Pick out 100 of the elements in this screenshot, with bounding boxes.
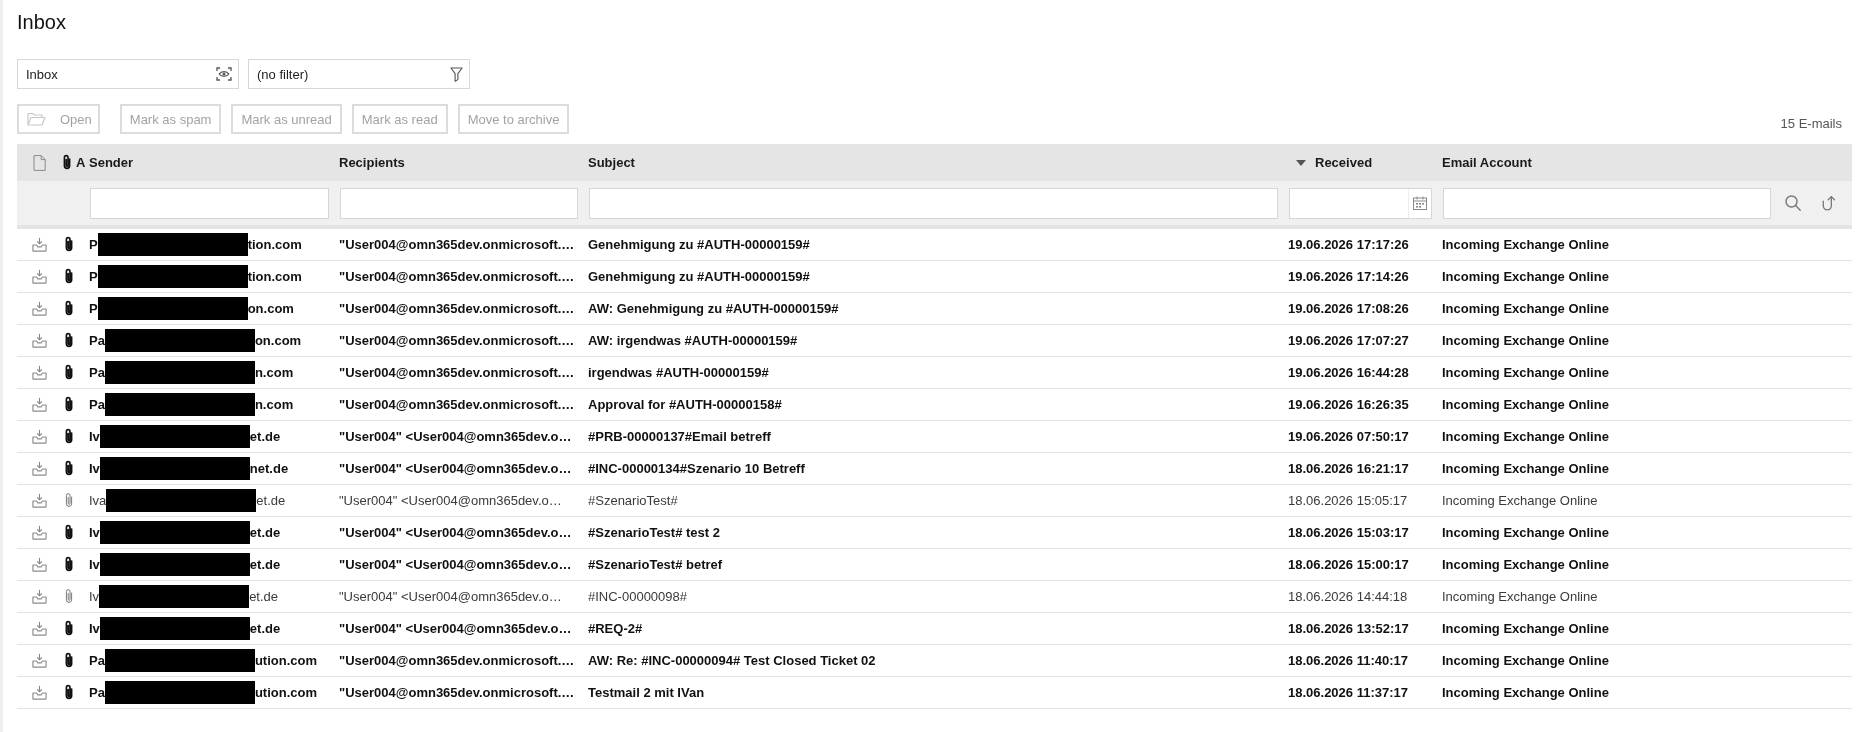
- filter-field[interactable]: [340, 187, 578, 219]
- sender-text: et.de: [249, 525, 281, 540]
- received-date: 18.06.2026 15:05:17: [1288, 493, 1408, 508]
- sender-text: Pa: [89, 653, 105, 668]
- recipients-text: "User004" <User004@omn365dev.o…: [339, 461, 572, 476]
- sender-text: Iv: [89, 429, 100, 444]
- sender-text: et.de: [249, 621, 281, 636]
- sender-text: P: [89, 269, 98, 284]
- received-date: 18.06.2026 15:00:17: [1288, 557, 1409, 572]
- search-icon[interactable]: [1785, 195, 1801, 211]
- subject-text: Approval for #AUTH-00000158#: [588, 397, 782, 412]
- sender-text: tion.com: [247, 237, 302, 252]
- recipients-text: "User004@omn365dev.onmicrosoft.…: [339, 365, 575, 380]
- received-date: 18.06.2026 15:03:17: [1288, 525, 1409, 540]
- filter-field[interactable]: [1443, 187, 1771, 219]
- received-date: 18.06.2026 11:40:17: [1288, 653, 1408, 668]
- inbox-tray-icon: [31, 653, 47, 668]
- sender-text: Iv: [89, 461, 100, 476]
- paperclip-icon: [62, 154, 72, 171]
- received-date: 19.06.2026 17:07:27: [1288, 333, 1409, 348]
- page-title: Inbox: [17, 10, 66, 34]
- received-date: 19.06.2026 16:44:28: [1288, 365, 1409, 380]
- filter-field[interactable]: [589, 187, 1278, 219]
- sender-text: net.de: [249, 461, 289, 476]
- sender-text: on.com: [254, 333, 302, 348]
- subject-text: #PRB-00000137#Email betreff: [588, 429, 771, 444]
- inbox-tray-icon: [31, 333, 47, 348]
- inbox-tray-icon: [31, 525, 47, 540]
- column-header[interactable]: Recipients: [339, 155, 405, 170]
- received-date: 18.06.2026 14:44:18: [1288, 589, 1408, 604]
- recipients-text: "User004" <User004@omn365dev.o…: [339, 493, 562, 508]
- inbox-tray-icon: [31, 557, 47, 572]
- recipients-text: "User004" <User004@omn365dev.o…: [339, 589, 562, 604]
- subject-text: AW: Re: #INC-00000094# Test Closed Ticket 02: [588, 653, 876, 668]
- recipients-text: "User004@omn365dev.onmicrosoft.…: [339, 269, 575, 284]
- subject-text: #REQ-2#: [588, 621, 643, 636]
- filter-dropdown[interactable]: (no filter): [248, 59, 470, 89]
- subject-text: #SzenarioTest# test 2: [588, 525, 720, 540]
- recipients-text: "User004@omn365dev.onmicrosoft.…: [339, 397, 575, 412]
- sender-text: P: [89, 237, 98, 252]
- account-text: Incoming Exchange Online: [1442, 269, 1609, 284]
- subject-text: AW: irgendwas #AUTH-00000159#: [588, 333, 798, 348]
- sender-text: ution.com: [254, 685, 317, 700]
- sender-text: Pa: [89, 397, 105, 412]
- subject-text: Testmail 2 mit IVan: [588, 685, 705, 700]
- account-text: Incoming Exchange Online: [1442, 237, 1609, 252]
- inbox-tray-icon: [31, 429, 47, 444]
- recipients-text: "User004@omn365dev.onmicrosoft.…: [339, 237, 575, 252]
- recipients-text: "User004@omn365dev.onmicrosoft.…: [339, 301, 575, 316]
- account-text: Incoming Exchange Online: [1442, 557, 1609, 572]
- sender-text: et.de: [249, 429, 281, 444]
- received-date: 19.06.2026 17:14:26: [1288, 269, 1409, 284]
- subject-text: #INC-00000134#Szenario 10 Betreff: [588, 461, 805, 476]
- account-text: Incoming Exchange Online: [1442, 461, 1609, 476]
- column-header[interactable]: A: [76, 155, 86, 170]
- date-filter-field[interactable]: [1289, 187, 1432, 219]
- inbox-tray-icon: [31, 301, 47, 316]
- account-text: Incoming Exchange Online: [1442, 365, 1609, 380]
- sender-text: Iv: [89, 525, 100, 540]
- inbox-tray-icon: [31, 397, 47, 412]
- recipients-text: "User004@omn365dev.onmicrosoft.…: [339, 333, 575, 348]
- inbox-tray-icon: [31, 237, 47, 252]
- account-text: Incoming Exchange Online: [1442, 525, 1609, 540]
- sender-text: on.com: [247, 301, 294, 316]
- subject-text: #SzenarioTest# betref: [588, 557, 723, 572]
- recipients-text: "User004" <User004@omn365dev.o…: [339, 525, 572, 540]
- inbox-tray-icon: [31, 685, 47, 700]
- email-count: 15 E-mails: [1780, 116, 1842, 133]
- folder-icon: [27, 112, 46, 126]
- inbox-tray-icon: [31, 493, 47, 508]
- received-date: 19.06.2026 07:50:17: [1288, 429, 1409, 444]
- sender-text: Pa: [89, 333, 105, 348]
- filter-field[interactable]: [90, 187, 329, 219]
- received-date: 18.06.2026 16:21:17: [1288, 461, 1409, 476]
- subject-text: irgendwas #AUTH-00000159#: [588, 365, 769, 380]
- column-header[interactable]: Sender: [89, 155, 134, 170]
- column-header[interactable]: Subject: [588, 155, 635, 170]
- inbox-tray-icon: [31, 589, 47, 604]
- sender-text: n.com: [254, 397, 294, 412]
- sender-text: et.de: [249, 557, 281, 572]
- column-header[interactable]: Received: [1315, 155, 1373, 170]
- subject-text: Genehmigung zu #AUTH-00000159#: [588, 237, 810, 252]
- document-icon: [32, 154, 46, 171]
- sender-text: Pa: [89, 365, 105, 380]
- account-text: Incoming Exchange Online: [1442, 589, 1598, 604]
- inbox-tray-icon: [31, 269, 47, 284]
- recipients-text: "User004" <User004@omn365dev.o…: [339, 557, 572, 572]
- account-text: Incoming Exchange Online: [1442, 685, 1609, 700]
- recipients-text: "User004@omn365dev.onmicrosoft.…: [339, 653, 575, 668]
- folder-dropdown[interactable]: Inbox: [17, 59, 239, 89]
- calendar-icon: [1413, 196, 1427, 210]
- sender-text: Iv: [89, 621, 100, 636]
- received-date: 18.06.2026 13:52:17: [1288, 621, 1409, 636]
- sender-text: Pa: [89, 685, 105, 700]
- sender-text: Iva: [89, 493, 107, 508]
- received-date: 19.06.2026 16:26:35: [1288, 397, 1409, 412]
- curved-arrow-icon[interactable]: [1820, 195, 1835, 211]
- column-header[interactable]: Email Account: [1442, 155, 1532, 170]
- eye-icon: [216, 67, 232, 81]
- account-text: Incoming Exchange Online: [1442, 333, 1609, 348]
